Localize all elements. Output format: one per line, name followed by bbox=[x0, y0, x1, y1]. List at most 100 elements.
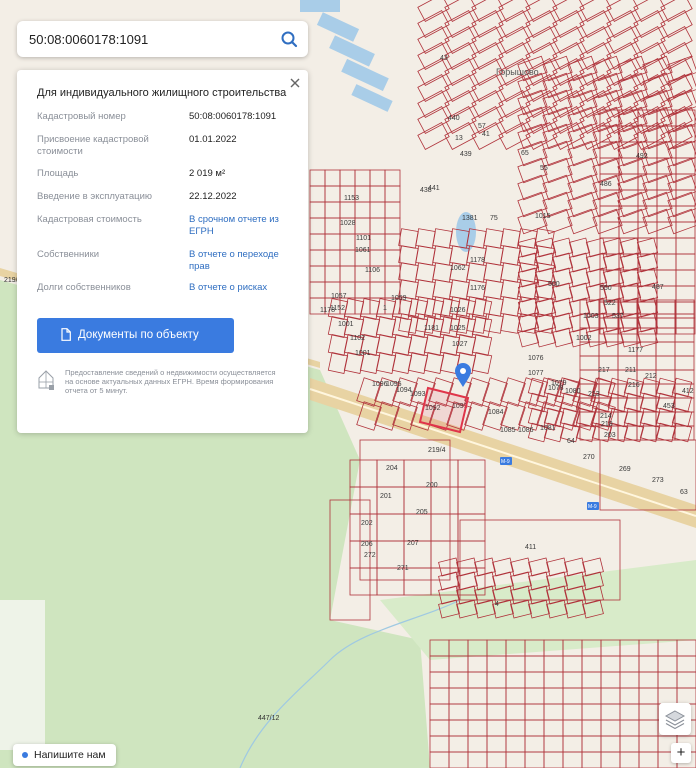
parcel bbox=[309, 281, 326, 299]
plot-number: 1101 bbox=[356, 235, 371, 242]
plot-number: 270 bbox=[583, 454, 595, 461]
parcel bbox=[448, 703, 469, 721]
parcel bbox=[471, 42, 504, 70]
parcel bbox=[562, 735, 583, 753]
parcel bbox=[448, 687, 469, 705]
parcel bbox=[498, 106, 531, 134]
parcel bbox=[324, 249, 341, 267]
parcel bbox=[448, 719, 469, 737]
parcel bbox=[486, 655, 507, 673]
plot-number: 492 bbox=[636, 153, 648, 160]
parcel bbox=[430, 513, 459, 542]
plot-number: 1086 bbox=[518, 427, 534, 434]
parcel bbox=[324, 169, 341, 187]
parcel bbox=[675, 221, 696, 239]
search-icon[interactable] bbox=[278, 28, 300, 50]
parcel bbox=[660, 0, 693, 22]
plot-number: 203 bbox=[604, 432, 616, 439]
rights-transfer-report-link[interactable]: В отчете о переходе прав bbox=[189, 249, 299, 273]
parcel bbox=[309, 169, 326, 187]
card-title: Для индивидуального жилищного строительс… bbox=[37, 87, 287, 99]
parcel bbox=[467, 687, 488, 705]
parcel bbox=[403, 567, 432, 596]
parcel bbox=[543, 703, 564, 721]
parcel bbox=[674, 313, 695, 329]
plot-number: 205 bbox=[416, 509, 428, 516]
risks-report-link[interactable]: В отчете о рисках bbox=[189, 282, 299, 294]
write-us-button[interactable]: Напишите нам bbox=[13, 744, 116, 766]
close-icon[interactable] bbox=[288, 76, 302, 90]
parcel bbox=[581, 687, 602, 705]
parcel bbox=[562, 687, 583, 705]
plot-number: 1078 bbox=[548, 385, 564, 392]
plot-number: 1177 bbox=[628, 347, 643, 354]
parcel bbox=[369, 249, 386, 267]
object-documents-button[interactable]: Документы по объекту bbox=[37, 318, 234, 353]
parcel bbox=[581, 719, 602, 737]
road-shield-label: М-9 bbox=[501, 459, 510, 465]
parcel bbox=[309, 265, 326, 283]
info-label: Введение в эксплуатацию bbox=[37, 191, 153, 202]
parcel bbox=[417, 90, 450, 118]
parcel bbox=[619, 751, 640, 768]
parcel bbox=[636, 425, 657, 441]
parcel bbox=[552, 26, 585, 54]
zoom-in-button[interactable]: + bbox=[671, 743, 691, 763]
parcel bbox=[568, 252, 591, 273]
parcel bbox=[384, 201, 401, 219]
parcel bbox=[543, 735, 564, 753]
plot-number: 1077 bbox=[528, 370, 544, 377]
info-label: Собственники bbox=[37, 249, 100, 260]
parcel bbox=[562, 703, 583, 721]
plot-number: 522 bbox=[604, 300, 616, 307]
parcel bbox=[471, 106, 504, 134]
parcel bbox=[562, 671, 583, 689]
parcel bbox=[403, 513, 432, 542]
parcel bbox=[600, 735, 621, 753]
parcel bbox=[429, 687, 450, 705]
parcel bbox=[581, 703, 602, 721]
parcel bbox=[551, 327, 574, 348]
parcel bbox=[354, 169, 371, 187]
search-input[interactable] bbox=[29, 29, 269, 49]
road-number: 447/12 bbox=[258, 715, 280, 722]
parcel bbox=[517, 312, 540, 333]
parcel bbox=[655, 407, 677, 428]
plot-number: 211 bbox=[625, 367, 636, 374]
plot-number: 271 bbox=[397, 565, 409, 572]
parcel bbox=[384, 249, 401, 267]
info-label: Долги собственников bbox=[37, 282, 131, 293]
parcel bbox=[486, 751, 507, 768]
plot-number: 1106 bbox=[365, 267, 380, 274]
parcel bbox=[429, 751, 450, 768]
parcel bbox=[384, 185, 401, 203]
parcel bbox=[675, 237, 696, 255]
parcel bbox=[657, 687, 678, 705]
plot-number: 1028 bbox=[340, 220, 356, 227]
parcel bbox=[579, 10, 612, 38]
plot-number: 1015 bbox=[535, 213, 551, 220]
plot-number: 1025 bbox=[450, 325, 466, 332]
parcel bbox=[417, 58, 450, 86]
parcel bbox=[369, 281, 386, 299]
urgent-report-link[interactable]: В срочном отчете из ЕГРН bbox=[189, 214, 299, 238]
plot-number: 438 bbox=[420, 187, 432, 194]
parcel bbox=[369, 185, 386, 203]
parcel bbox=[444, 74, 477, 102]
parcel bbox=[568, 267, 591, 288]
parcel bbox=[551, 312, 574, 333]
parcel bbox=[562, 719, 583, 737]
parcel bbox=[657, 655, 678, 673]
plot-number: 1093 bbox=[410, 391, 426, 398]
parcel bbox=[636, 327, 659, 348]
parcel bbox=[551, 237, 574, 258]
parcel bbox=[457, 459, 486, 488]
parcel bbox=[384, 265, 401, 283]
parcel bbox=[619, 655, 640, 673]
layers-button[interactable] bbox=[659, 703, 691, 735]
parcel bbox=[444, 58, 477, 86]
location-marker-icon bbox=[455, 363, 471, 387]
parcel bbox=[675, 253, 696, 271]
parcel bbox=[417, 74, 450, 102]
parcel bbox=[448, 671, 469, 689]
